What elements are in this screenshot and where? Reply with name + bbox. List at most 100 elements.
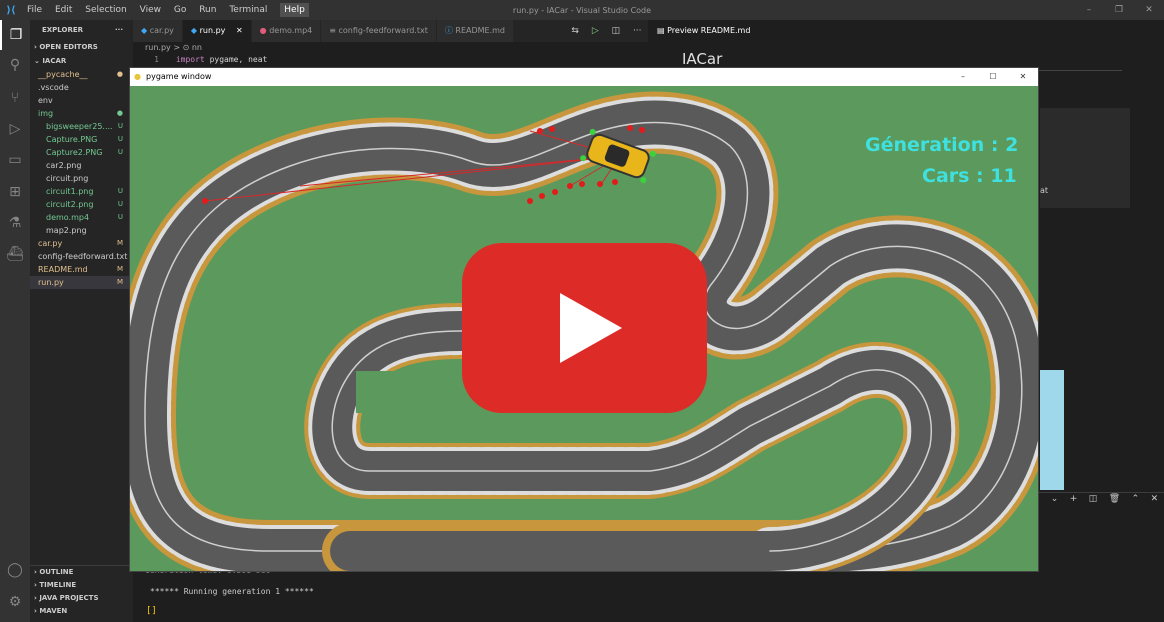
file-tree-item[interactable]: env bbox=[30, 94, 133, 107]
account-icon[interactable]: ◯ bbox=[0, 555, 30, 585]
file-tree-item[interactable]: img ● bbox=[30, 107, 133, 120]
menu-terminal[interactable]: Terminal bbox=[229, 5, 267, 15]
file-tree-label: run.py bbox=[38, 278, 64, 287]
file-tree-item[interactable]: Capture2.PNG U bbox=[30, 146, 133, 159]
pygame-maximize-button[interactable]: ☐ bbox=[978, 68, 1008, 86]
file-tree: __pycache__ ● .vscode env img ● bigsweeper25..… bbox=[30, 68, 133, 289]
file-tree-item[interactable]: circuit2.png U bbox=[30, 198, 133, 211]
pygame-close-button[interactable]: ✕ bbox=[1008, 68, 1038, 86]
race-circuit: Géneration : 2 Cars : 11 bbox=[130, 86, 1038, 571]
file-tree-item[interactable]: config-feedforward.txt bbox=[30, 250, 133, 263]
new-terminal-icon[interactable]: + bbox=[1070, 494, 1078, 504]
pygame-title-bar: ● pygame window – ☐ ✕ bbox=[130, 68, 1038, 86]
panel-actions: ⌄ + ◫ 🗑 ⌃ ✕ bbox=[1045, 492, 1164, 506]
file-tree-item[interactable]: .vscode bbox=[30, 81, 133, 94]
file-tree-label: config-feedforward.txt bbox=[38, 252, 128, 261]
chevron-down-icon[interactable]: ⌄ bbox=[1051, 494, 1059, 504]
title-bar: ⟩⟨ File Edit Selection View Go Run Termi… bbox=[0, 0, 1164, 20]
remote-explorer-icon[interactable]: ▭ bbox=[0, 145, 30, 175]
file-tree-label: .vscode bbox=[38, 83, 69, 92]
menu-file[interactable]: File bbox=[27, 5, 42, 15]
menu-selection[interactable]: Selection bbox=[85, 5, 126, 15]
tab-config[interactable]: ≡ config-feedforward.txt bbox=[321, 20, 437, 42]
search-icon[interactable]: ⚲ bbox=[0, 50, 30, 80]
more-actions-icon[interactable]: ··· bbox=[115, 20, 123, 40]
file-status-badge: U bbox=[117, 200, 123, 208]
settings-gear-icon[interactable]: ⚙ bbox=[0, 587, 30, 617]
close-button[interactable]: ✕ bbox=[1134, 0, 1164, 20]
run-icon[interactable]: ▷ bbox=[592, 26, 599, 36]
file-tree-item[interactable]: circuit.png bbox=[30, 172, 133, 185]
java-projects-section[interactable]: › JAVA PROJECTS bbox=[30, 592, 133, 605]
trash-icon[interactable]: 🗑 bbox=[1109, 494, 1120, 504]
file-tree-label: car2.png bbox=[46, 161, 82, 170]
file-tree-item[interactable]: circuit1.png U bbox=[30, 185, 133, 198]
workspace-root-label: IACAR bbox=[42, 57, 67, 65]
maven-section[interactable]: › MAVEN bbox=[30, 605, 133, 618]
tab-preview-readme[interactable]: ▤ Preview README.md ✕ bbox=[651, 20, 761, 57]
breadcrumb[interactable]: run.py > ⊙ nn bbox=[133, 42, 553, 54]
minimize-button[interactable]: – bbox=[1074, 0, 1104, 20]
pygame-window[interactable]: ● pygame window – ☐ ✕ Géneration: 2 Car… bbox=[129, 67, 1039, 572]
menu-help[interactable]: Help bbox=[280, 3, 309, 17]
tab-readme[interactable]: ⓘ README.md bbox=[436, 20, 515, 42]
tab-label: demo.mp4 bbox=[269, 26, 313, 35]
file-tree-item[interactable]: run.py M bbox=[30, 276, 133, 289]
keyword-import: import bbox=[175, 55, 205, 64]
tab-demo-mp4[interactable]: ● demo.mp4 bbox=[251, 20, 322, 42]
run-debug-icon[interactable]: ▷ bbox=[0, 114, 30, 144]
video-file-icon: ● bbox=[259, 26, 267, 35]
file-tree-label: bigsweeper25.... bbox=[46, 122, 113, 131]
file-tree-item[interactable]: car.py M bbox=[30, 237, 133, 250]
compare-icon[interactable]: ⇆ bbox=[571, 26, 579, 36]
generation-counter: Géneration : 2 bbox=[865, 134, 1019, 156]
file-tree-item[interactable]: map2.png bbox=[30, 224, 133, 237]
menu-edit[interactable]: Edit bbox=[55, 5, 72, 15]
timeline-section[interactable]: › TIMELINE bbox=[30, 579, 133, 592]
tab-label: README.md bbox=[455, 26, 506, 35]
file-tree-label: map2.png bbox=[46, 226, 87, 235]
vscode-logo-icon: ⟩⟨ bbox=[6, 4, 16, 16]
menu-go[interactable]: Go bbox=[174, 5, 186, 15]
explorer-footer: › OUTLINE › TIMELINE › JAVA PROJECTS › M… bbox=[30, 565, 133, 618]
source-control-icon[interactable]: ⑂ bbox=[0, 83, 30, 113]
java-projects-label: JAVA PROJECTS bbox=[39, 594, 99, 602]
file-tree-item[interactable]: car2.png bbox=[30, 159, 133, 172]
file-tree-item[interactable]: bigsweeper25.... U bbox=[30, 120, 133, 133]
open-editors-label: OPEN EDITORS bbox=[39, 43, 98, 51]
close-panel-icon[interactable]: ✕ bbox=[1151, 494, 1159, 504]
close-tab-icon[interactable]: ✕ bbox=[236, 26, 243, 35]
split-editor-icon[interactable]: ◫ bbox=[612, 26, 621, 36]
menu-view[interactable]: View bbox=[140, 5, 161, 15]
more-actions-icon[interactable]: ··· bbox=[633, 26, 642, 36]
file-tree-item[interactable]: demo.mp4 U bbox=[30, 211, 133, 224]
maximize-panel-icon[interactable]: ⌃ bbox=[1132, 494, 1140, 504]
tab-label: run.py bbox=[199, 26, 226, 35]
terminal-cursor[interactable]: [] bbox=[146, 606, 157, 616]
docker-icon[interactable]: ⛴ bbox=[0, 239, 30, 269]
preview-image bbox=[1040, 370, 1064, 490]
code-line[interactable]: 1 import pygame, neat bbox=[133, 54, 553, 66]
file-tree-item[interactable]: Capture.PNG U bbox=[30, 133, 133, 146]
maven-label: MAVEN bbox=[39, 607, 68, 615]
workspace-root[interactable]: ⌄ IACAR bbox=[30, 54, 133, 68]
youtube-play-icon[interactable] bbox=[462, 243, 707, 413]
split-terminal-icon[interactable]: ◫ bbox=[1089, 494, 1098, 504]
preview-icon: ▤ bbox=[657, 26, 665, 35]
tab-car-py[interactable]: ◆ car.py bbox=[133, 20, 183, 42]
testing-icon[interactable]: ⚗ bbox=[0, 208, 30, 238]
file-tree-item[interactable]: __pycache__ ● bbox=[30, 68, 133, 81]
pygame-icon: ● bbox=[134, 72, 141, 81]
preview-heading: IACar bbox=[682, 50, 723, 68]
code-text: pygame, neat bbox=[209, 55, 268, 64]
file-tree-item[interactable]: README.md M bbox=[30, 263, 133, 276]
maximize-button[interactable]: ❐ bbox=[1104, 0, 1134, 20]
pygame-minimize-button[interactable]: – bbox=[948, 68, 978, 86]
extensions-icon[interactable]: ⊞ bbox=[0, 177, 30, 207]
menu-run[interactable]: Run bbox=[199, 5, 216, 15]
tab-run-py[interactable]: ◆ run.py ✕ bbox=[182, 20, 252, 42]
outline-section[interactable]: › OUTLINE bbox=[30, 566, 133, 579]
tab-label: car.py bbox=[149, 26, 174, 35]
open-editors-section[interactable]: › OPEN EDITORS bbox=[30, 40, 133, 54]
explorer-icon[interactable]: ❐ bbox=[0, 20, 30, 50]
